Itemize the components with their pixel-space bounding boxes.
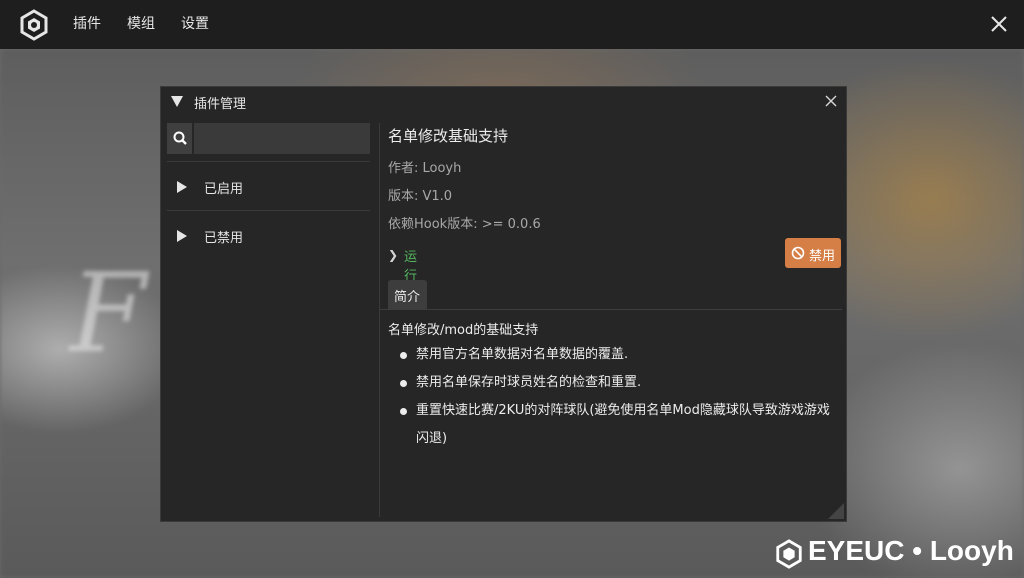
- menu-plugins[interactable]: 插件: [73, 0, 101, 49]
- group-disabled[interactable]: 已禁用: [167, 221, 370, 251]
- description-item: 重置快速比赛/2KU的对阵球队(避免使用名单Mod隐藏球队导致游戏游戏闪退): [416, 403, 830, 446]
- disable-button[interactable]: 禁用: [785, 238, 841, 268]
- collapse-icon[interactable]: [171, 96, 183, 107]
- watermark-logo-icon: [776, 539, 802, 569]
- chevron-right-icon: ❯: [388, 248, 399, 262]
- divider: [167, 161, 370, 162]
- group-label: 已启用: [204, 182, 244, 197]
- search-button[interactable]: [167, 123, 194, 154]
- menu-mods[interactable]: 模组: [127, 0, 155, 49]
- close-icon[interactable]: [988, 13, 1010, 35]
- plugin-version: 版本: V1.0: [388, 189, 453, 204]
- watermark-text: EYEUC • Looyh: [808, 535, 1014, 566]
- tab-intro[interactable]: 简介: [388, 280, 427, 309]
- background-graphic: F: [70, 249, 147, 377]
- plugin-author: 作者: Looyh: [388, 161, 462, 176]
- disable-button-label: 禁用: [809, 249, 836, 264]
- window-close-icon[interactable]: [823, 93, 839, 109]
- group-enabled[interactable]: 已启用: [167, 172, 370, 202]
- description-item: 禁用官方名单数据对名单数据的覆盖.: [416, 347, 629, 362]
- ban-icon: [791, 246, 805, 260]
- resize-grip[interactable]: [828, 503, 844, 519]
- window-title: 插件管理: [194, 97, 247, 112]
- search-box: [167, 123, 370, 154]
- app-logo-icon: [20, 9, 48, 41]
- menu-settings[interactable]: 设置: [181, 0, 209, 49]
- bullet-icon: [400, 408, 407, 415]
- top-bar: 插件 模组 设置: [0, 0, 1024, 49]
- tab-underline: [380, 309, 842, 310]
- plugin-name: 名单修改基础支持: [388, 127, 509, 145]
- plugin-dependency: 依赖Hook版本: >= 0.0.6: [388, 217, 541, 232]
- expand-arrow-icon: [177, 230, 187, 242]
- description-title: 名单修改/mod的基础支持: [388, 323, 539, 338]
- plugin-manager-window: 插件管理 已启用 已禁用 名单修改基础支持 作者: Looyh 版本: V1.0…: [160, 86, 847, 522]
- search-input[interactable]: [196, 123, 370, 154]
- expand-arrow-icon: [177, 181, 187, 193]
- bullet-icon: [400, 352, 407, 359]
- bullet-icon: [400, 380, 407, 387]
- tab-label: 简介: [394, 290, 421, 305]
- pane-divider: [379, 123, 380, 517]
- description-item: 禁用名单保存时球员姓名的检查和重置.: [416, 375, 642, 390]
- group-label: 已禁用: [204, 231, 244, 246]
- search-icon: [173, 131, 187, 145]
- divider: [167, 210, 370, 211]
- window-title-bar[interactable]: 插件管理: [161, 87, 846, 117]
